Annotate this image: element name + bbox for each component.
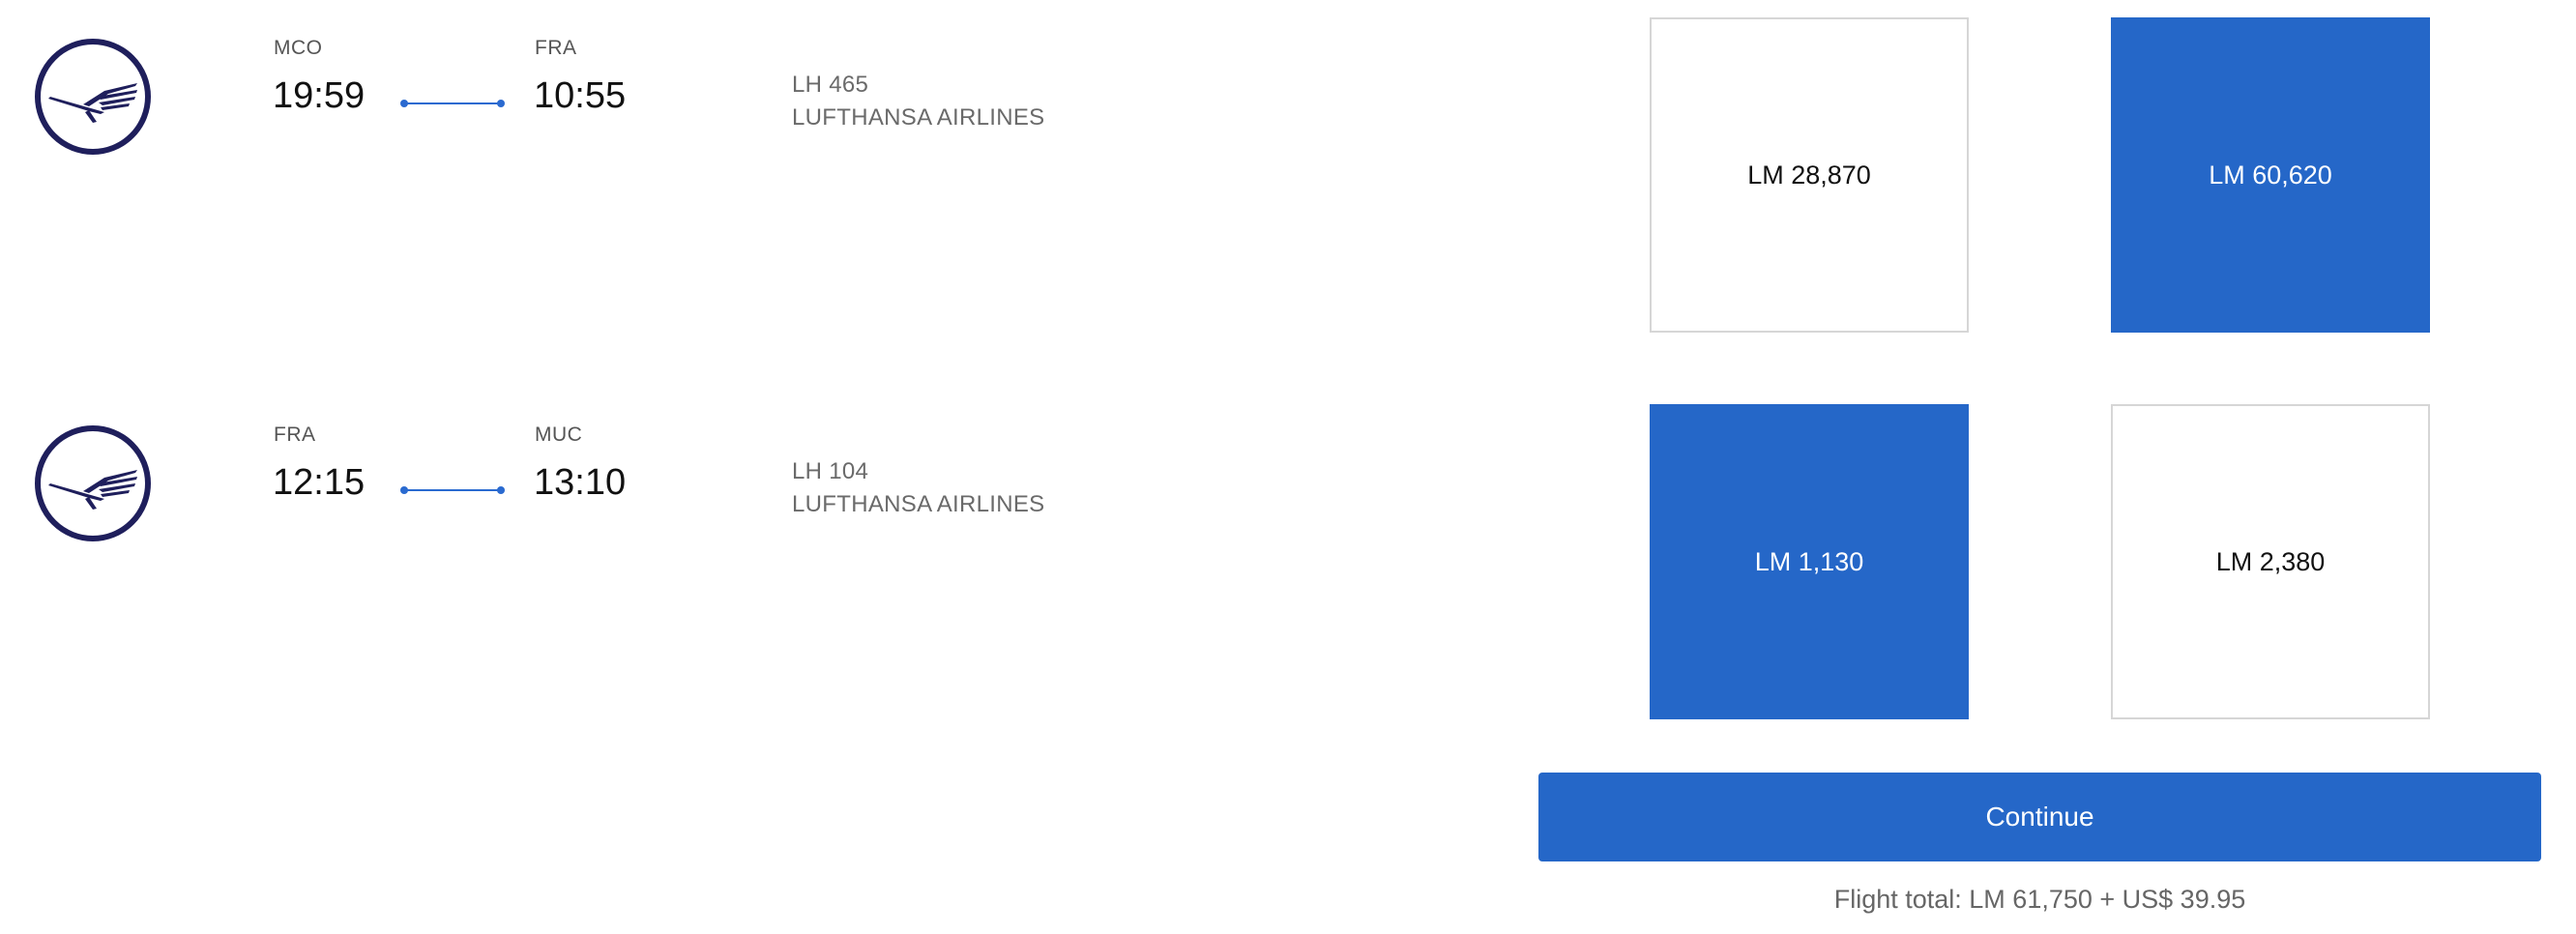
fare-option-1[interactable]: LM 1,130 bbox=[1650, 404, 1969, 719]
airline-name: LUFTHANSA AIRLINES bbox=[792, 491, 1045, 517]
airline-name: LUFTHANSA AIRLINES bbox=[792, 104, 1045, 131]
flight-segment-1: MCO 19:59 FRA 10:55 LH 465 LUFTHANSA AIR… bbox=[0, 0, 2576, 387]
continue-button[interactable]: Continue bbox=[1538, 773, 2541, 861]
flight-number: LH 465 bbox=[792, 72, 869, 98]
departure-time: 12:15 bbox=[273, 462, 366, 503]
route-line bbox=[400, 486, 505, 494]
flight-segment-2: FRA 12:15 MUC 13:10 LH 104 LUFTHANSA AIR… bbox=[0, 387, 2576, 773]
fare-price: LM 28,870 bbox=[1747, 160, 1871, 190]
route-line bbox=[400, 100, 505, 107]
fare-price: LM 60,620 bbox=[2209, 160, 2332, 190]
departure-airport-code: FRA bbox=[274, 423, 316, 446]
departure-time: 19:59 bbox=[273, 75, 366, 116]
fare-price: LM 1,130 bbox=[1754, 546, 1864, 576]
flight-total: Flight total: LM 61,750 + US$ 39.95 bbox=[1833, 885, 2246, 914]
arrival-time: 10:55 bbox=[534, 75, 627, 116]
lufthansa-crane-icon bbox=[35, 39, 151, 155]
arrival-airport-code: MUC bbox=[535, 423, 583, 446]
lufthansa-crane-icon bbox=[35, 425, 151, 541]
fare-option-1[interactable]: LM 28,870 bbox=[1650, 17, 1969, 333]
departure-airport-code: MCO bbox=[274, 37, 323, 59]
arrival-time: 13:10 bbox=[534, 462, 627, 503]
arrival-airport-code: FRA bbox=[535, 37, 577, 59]
fare-option-2[interactable]: LM 60,620 bbox=[2111, 17, 2430, 333]
fare-option-2[interactable]: LM 2,380 bbox=[2111, 404, 2430, 719]
flight-number: LH 104 bbox=[792, 458, 869, 484]
fare-price: LM 2,380 bbox=[2215, 546, 2326, 576]
